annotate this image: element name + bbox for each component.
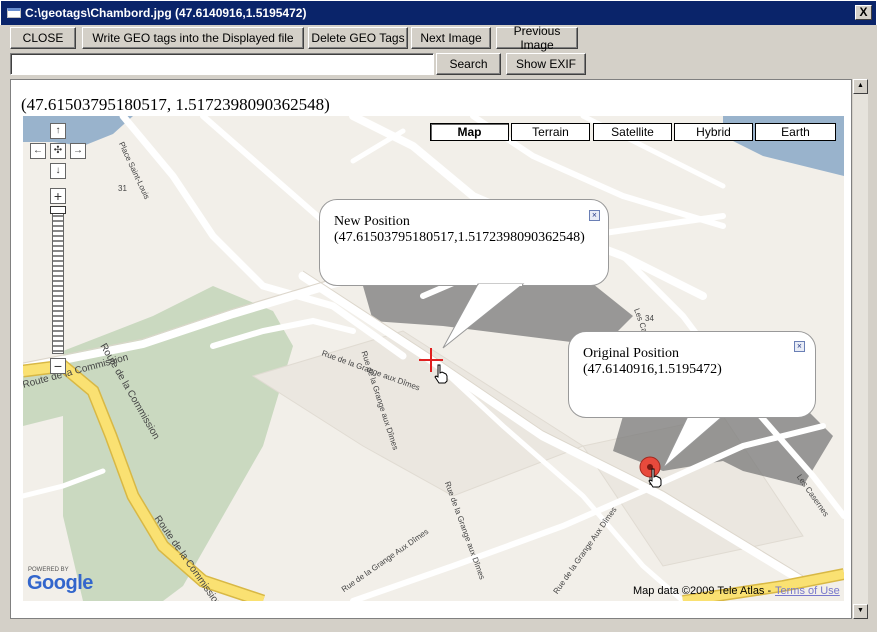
search-button[interactable]: Search [436,53,501,75]
original-position-infowindow: Original Position (47.6140916,1.5195472)… [568,331,816,418]
window-icon [7,8,21,18]
map-view[interactable]: Route de la Commission Route de la Commi… [23,116,844,601]
next-image-button[interactable]: Next Image [411,27,491,49]
vertical-scrollbar[interactable]: ▲ ▼ [853,79,868,619]
close-button[interactable]: CLOSE [10,27,76,49]
delete-geo-tags-button[interactable]: Delete GEO Tags [308,27,408,49]
content-panel: (47.61503795180517, 1.5172398090362548) [10,79,852,619]
title-bar: C:\geotags\Chambord.jpg (47.6140916,1.51… [0,0,877,25]
hand-cursor-icon [648,468,662,488]
previous-image-button[interactable]: Previous Image [496,24,578,52]
scroll-up-icon[interactable]: ▲ [853,79,868,94]
original-position-coords: (47.6140916,1.5195472) [583,362,722,377]
show-exif-button[interactable]: Show EXIF [506,53,586,75]
window-close-button[interactable]: X [855,5,872,20]
hand-cursor-icon [434,364,448,384]
scroll-down-icon[interactable]: ▼ [853,604,868,619]
write-geo-tags-button[interactable]: Write GEO tags into the Displayed file [82,27,304,49]
google-logo: Google [27,572,93,594]
search-input[interactable] [10,53,434,75]
map-data-attribution: Map data ©2009 Tele Atlas - [633,585,772,597]
window-title: C:\geotags\Chambord.jpg (47.6140916,1.51… [25,6,307,20]
close-icon[interactable]: × [794,341,805,352]
original-position-title: Original Position [583,346,680,361]
coordinates-heading: (47.61503795180517, 1.5172398090362548) [21,95,330,114]
terms-of-use-link[interactable]: Terms of Use [775,585,840,597]
